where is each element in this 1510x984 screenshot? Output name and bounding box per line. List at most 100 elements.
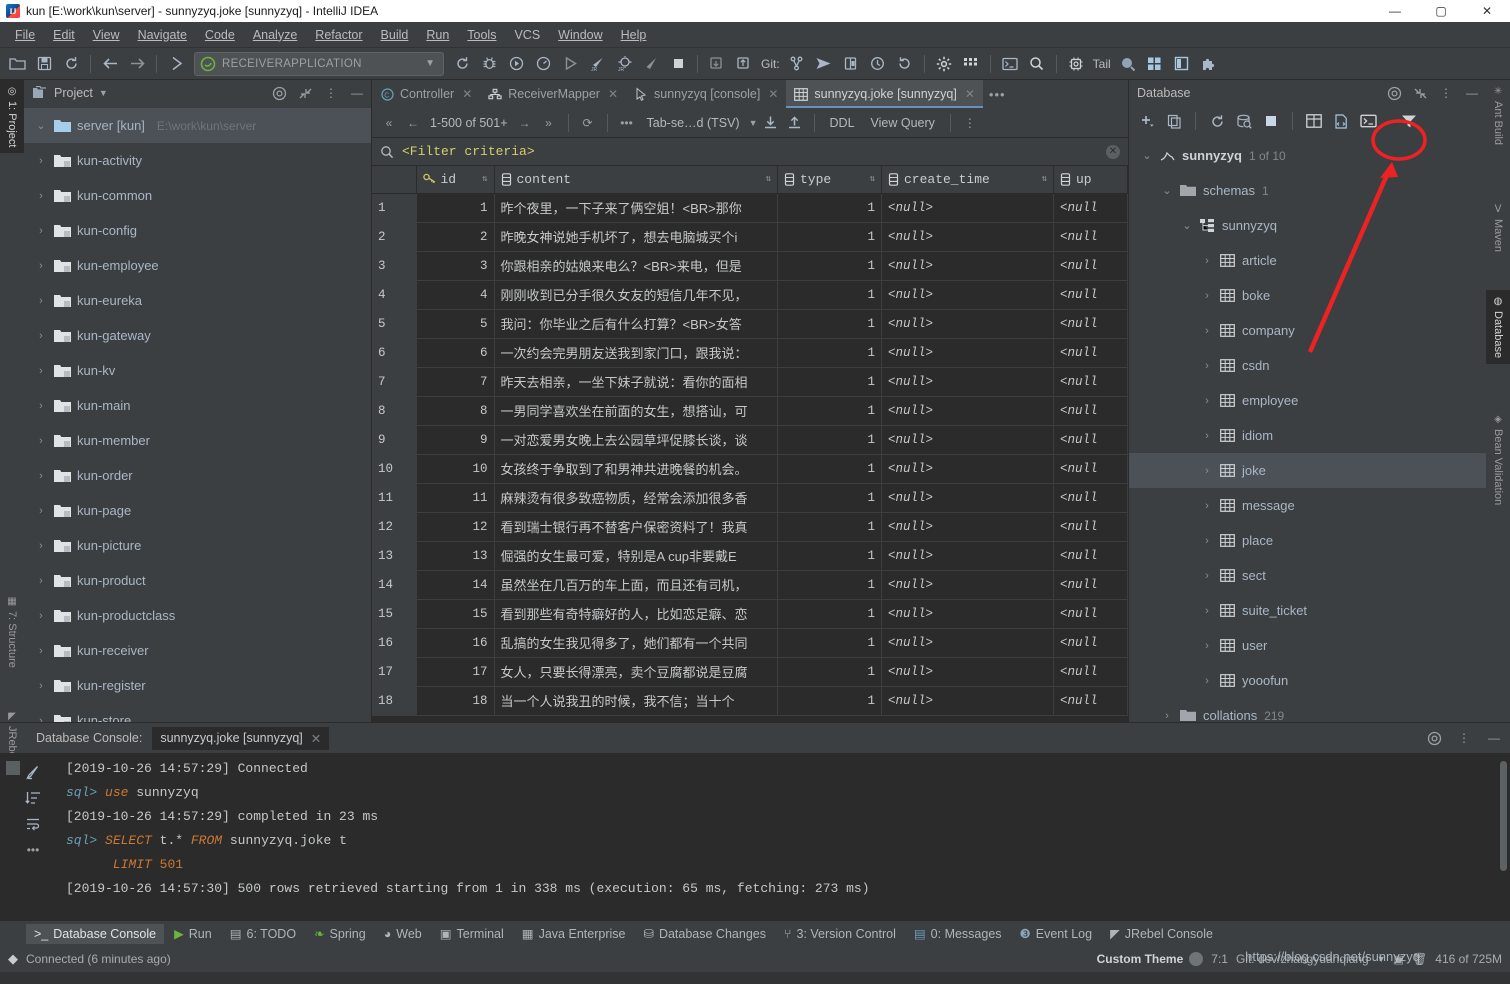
sort-icon[interactable]: ⇅: [766, 174, 771, 183]
jrebel-debug-icon[interactable]: JR: [611, 51, 637, 77]
cell-id[interactable]: 9: [416, 425, 495, 455]
bottom-tab-terminal[interactable]: ▣ Terminal: [432, 923, 512, 944]
cell-up[interactable]: <null: [1053, 570, 1128, 600]
console-tab[interactable]: sunnyzyq.joke [sunnyzyq] ✕: [152, 726, 330, 750]
cell-create-time[interactable]: <null>: [881, 686, 1054, 716]
last-page-button[interactable]: »: [538, 112, 560, 134]
tree-row-kun-order[interactable]: › kun-order: [24, 458, 371, 493]
first-page-button[interactable]: «: [378, 112, 400, 134]
back-arrow-icon[interactable]: [97, 51, 123, 77]
bottom-tab-event-log[interactable]: ❸ Event Log: [1012, 923, 1101, 944]
sidebar-item-ant-build[interactable]: ✳ Ant Build: [1486, 80, 1510, 151]
chevron-right-icon[interactable]: ›: [34, 610, 48, 622]
cell-type[interactable]: 1: [777, 425, 882, 455]
cell-create-time[interactable]: <null>: [881, 396, 1054, 426]
chevron-right-icon[interactable]: ›: [1201, 395, 1213, 407]
ddl-file-icon[interactable]: [1329, 109, 1353, 133]
cell-content[interactable]: 看到那些有奇特癖好的人，比如恋足癖、恋: [494, 599, 778, 629]
find-in-db-icon[interactable]: [1232, 109, 1256, 133]
hide-panel-icon[interactable]: —: [1462, 83, 1482, 103]
search-everywhere-icon[interactable]: [1024, 51, 1050, 77]
chevron-down-icon[interactable]: ⌄: [34, 119, 48, 132]
rerun-icon[interactable]: [449, 51, 475, 77]
chevron-right-icon[interactable]: ›: [1201, 465, 1213, 477]
tree-row-kun-member[interactable]: › kun-member: [24, 423, 371, 458]
menu-view[interactable]: View: [84, 25, 129, 45]
bottom-tab-database-console[interactable]: >_ Database Console: [26, 923, 165, 944]
compare-icon[interactable]: [838, 51, 864, 77]
bottom-tab-java-enterprise[interactable]: ▦ Java Enterprise: [514, 923, 634, 944]
cell-up[interactable]: <null: [1053, 367, 1128, 397]
chevron-right-icon[interactable]: ›: [1201, 640, 1213, 652]
close-icon[interactable]: ✕: [768, 87, 778, 101]
menu-window[interactable]: Window: [549, 25, 611, 45]
stop-icon[interactable]: [1259, 109, 1283, 133]
tree-row-kun-page[interactable]: › kun-page: [24, 493, 371, 528]
minimize-button[interactable]: —: [1372, 0, 1418, 22]
table-row[interactable]: 16 16 乱搞的女生我见得多了，她们都有一个共同 1 <null> <null: [372, 628, 1128, 658]
db-row-joke[interactable]: › joke: [1129, 453, 1486, 488]
db-row-place[interactable]: › place: [1129, 523, 1486, 558]
update-project-icon[interactable]: [704, 51, 730, 77]
db-row-schemas[interactable]: ⌄ schemas 1: [1129, 173, 1486, 208]
cell-create-time[interactable]: <null>: [881, 367, 1054, 397]
cell-create-time[interactable]: <null>: [881, 570, 1054, 600]
cell-id[interactable]: 7: [416, 367, 495, 397]
table-row[interactable]: 9 9 一对恋爱男女晚上去公园草坪促膝长谈，谈 1 <null> <null: [372, 425, 1128, 455]
cell-id[interactable]: 2: [416, 222, 495, 252]
chevron-right-icon[interactable]: ›: [1201, 500, 1213, 512]
table-row[interactable]: 5 5 我问：你毕业之后有什么打算？<BR>女答 1 <null> <null: [372, 309, 1128, 339]
sidebar-item-project[interactable]: ◎ 1: Project: [0, 80, 24, 154]
close-icon[interactable]: ✕: [311, 731, 321, 746]
chevron-right-icon[interactable]: ›: [34, 330, 48, 342]
cell-up[interactable]: <null: [1053, 222, 1128, 252]
import-data-icon[interactable]: [760, 112, 782, 134]
collapse-all-icon[interactable]: [295, 83, 315, 103]
cell-type[interactable]: 1: [777, 483, 882, 513]
filter-icon[interactable]: [1397, 109, 1421, 133]
cell-content[interactable]: 昨天去相亲，一坐下妹子就说：看你的面相: [494, 367, 778, 397]
cell-content[interactable]: 倔强的女生最可爱，特别是A cup非要戴E: [494, 541, 778, 571]
preview-icon[interactable]: [1169, 51, 1195, 77]
cell-up[interactable]: <null: [1053, 396, 1128, 426]
tree-row-kun-productclass[interactable]: › kun-productclass: [24, 598, 371, 633]
db-row-user[interactable]: › user: [1129, 628, 1486, 663]
cell-type[interactable]: 1: [777, 280, 882, 310]
chevron-right-icon[interactable]: ›: [34, 680, 48, 692]
cell-type[interactable]: 1: [777, 222, 882, 252]
close-icon[interactable]: ✕: [608, 87, 618, 101]
settings-icon[interactable]: [931, 51, 957, 77]
column-header-up[interactable]: up: [1053, 166, 1128, 194]
db-row-sunnyzyq-schema[interactable]: ⌄ sunnyzyq: [1129, 208, 1486, 243]
wrap-lines-icon[interactable]: [20, 811, 46, 837]
theme-toggle[interactable]: Custom Theme: [1097, 952, 1204, 966]
stop-icon[interactable]: [6, 761, 20, 775]
cell-up[interactable]: <null: [1053, 425, 1128, 455]
chevron-right-icon[interactable]: ›: [34, 400, 48, 412]
table-row[interactable]: 18 18 当一个人说我丑的时候，我不信；当十个 1 <null> <null: [372, 686, 1128, 716]
sort-icon[interactable]: ⇅: [1042, 174, 1047, 183]
menu-edit[interactable]: Edit: [44, 25, 84, 45]
tree-row-kun-main[interactable]: › kun-main: [24, 388, 371, 423]
chevron-down-icon[interactable]: ⌄: [1181, 219, 1193, 232]
run-icon[interactable]: [557, 51, 583, 77]
tree-row-kun-config[interactable]: › kun-config: [24, 213, 371, 248]
cell-create-time[interactable]: <null>: [881, 309, 1054, 339]
run-configuration-selector[interactable]: RECEIVERAPPLICATION ▼: [194, 51, 444, 76]
bottom-tab-spring[interactable]: ❧ Spring: [306, 923, 374, 944]
export-data-icon[interactable]: [784, 112, 806, 134]
table-row[interactable]: 8 8 一男同学喜欢坐在前面的女生，想搭讪，可 1 <null> <null: [372, 396, 1128, 426]
db-row-boke[interactable]: › boke: [1129, 278, 1486, 313]
table-row[interactable]: 4 4 刚刚收到已分手很久女友的短信几年不见， 1 <null> <null: [372, 280, 1128, 310]
bottom-tab-web[interactable]: ◕ Web: [376, 924, 430, 944]
cell-type[interactable]: 1: [777, 686, 882, 716]
soft-wrap-icon[interactable]: [20, 759, 46, 785]
table-row[interactable]: 3 3 你跟相亲的姑娘来电么？<BR>来电，但是 1 <null> <null: [372, 251, 1128, 281]
cell-up[interactable]: <null: [1053, 280, 1128, 310]
chevron-right-icon[interactable]: ›: [1201, 675, 1213, 687]
table-row[interactable]: 17 17 女人，只要长得漂亮，卖个豆腐都说是豆腐 1 <null> <null: [372, 657, 1128, 687]
memory-indicator[interactable]: 416 of 725M: [1435, 952, 1502, 966]
console-scrollbar[interactable]: [1500, 761, 1507, 871]
cell-id[interactable]: 6: [416, 338, 495, 368]
next-page-button[interactable]: →: [514, 112, 536, 134]
